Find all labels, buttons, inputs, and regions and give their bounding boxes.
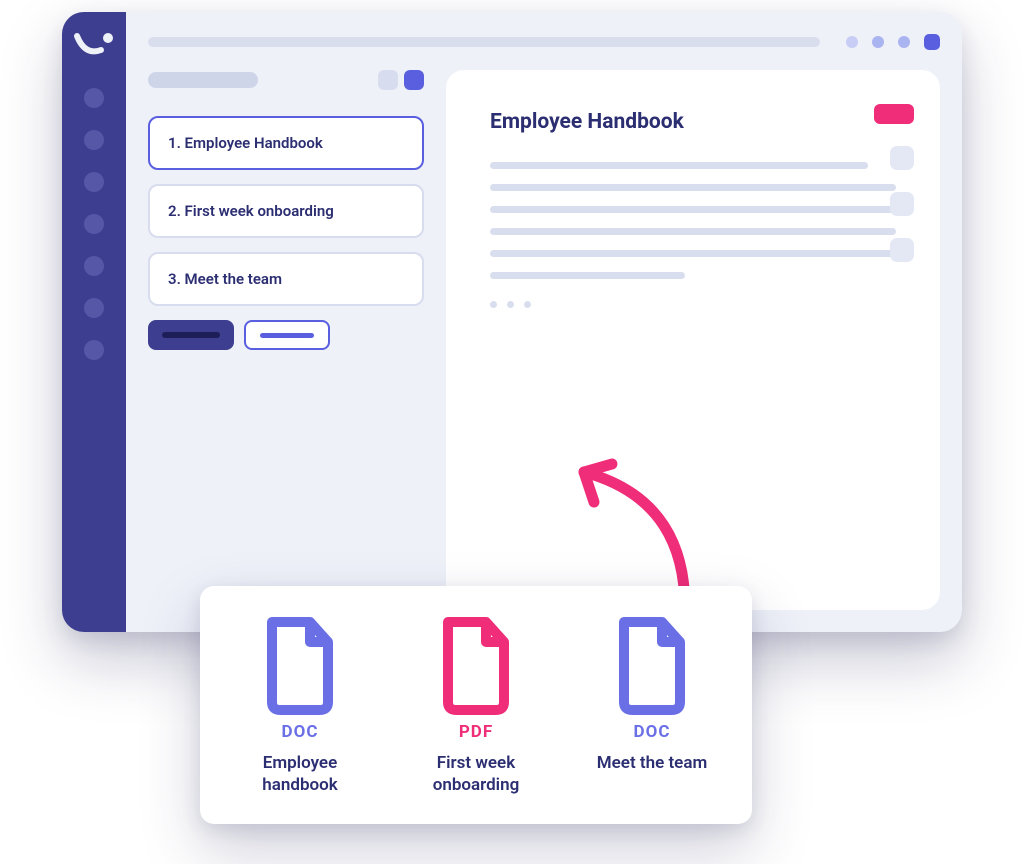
side-tab[interactable] xyxy=(890,238,914,262)
secondary-action-button[interactable] xyxy=(244,320,330,350)
file-caption: Employee handbook xyxy=(225,752,375,796)
content-side-tabs xyxy=(874,104,914,262)
nav-item-first-week-onboarding[interactable]: 2. First week onboarding xyxy=(148,184,424,238)
address-bar-skeleton xyxy=(148,37,820,47)
file-meet-the-team[interactable]: DOC Meet the team xyxy=(577,616,727,796)
text-skeleton-line xyxy=(490,250,896,257)
toggle-off-icon xyxy=(378,70,398,90)
nav-item-meet-the-team[interactable]: 3. Meet the team xyxy=(148,252,424,306)
text-skeleton-line xyxy=(490,228,896,235)
view-toggle[interactable] xyxy=(378,70,424,90)
panel-title-skeleton xyxy=(148,72,258,88)
rail-nav-dot[interactable] xyxy=(84,298,104,318)
nav-item-label: 2. First week onboarding xyxy=(168,202,334,220)
left-panel: 1. Employee Handbook 2. First week onboa… xyxy=(148,70,424,350)
text-skeleton-line xyxy=(490,184,896,191)
panel-actions xyxy=(148,320,424,350)
file-type-label: DOC xyxy=(577,722,727,742)
file-caption: Meet the team xyxy=(577,752,727,774)
more-indicator xyxy=(490,301,896,308)
file-type-label: DOC xyxy=(225,722,375,742)
topbar xyxy=(148,30,940,54)
left-panel-header xyxy=(148,70,424,90)
window-control-dot[interactable] xyxy=(898,36,910,48)
primary-action-button[interactable] xyxy=(148,320,234,350)
doc-file-icon xyxy=(606,616,698,716)
window-control-dot[interactable] xyxy=(846,36,858,48)
window-controls xyxy=(846,34,940,50)
sidebar-rail xyxy=(62,12,126,632)
window-control-square[interactable] xyxy=(924,34,940,50)
file-type-label: PDF xyxy=(401,722,551,742)
text-skeleton-line xyxy=(490,162,868,169)
rail-nav-dot[interactable] xyxy=(84,256,104,276)
nav-item-label: 3. Meet the team xyxy=(168,270,282,288)
side-tab[interactable] xyxy=(890,146,914,170)
rail-nav-dot[interactable] xyxy=(84,340,104,360)
file-employee-handbook[interactable]: DOC Employee handbook xyxy=(225,616,375,796)
rail-nav-dot[interactable] xyxy=(84,88,104,108)
nav-item-employee-handbook[interactable]: 1. Employee Handbook xyxy=(148,116,424,170)
file-first-week-onboarding[interactable]: PDF First week onboarding xyxy=(401,616,551,796)
rail-nav-dot[interactable] xyxy=(84,130,104,150)
rail-nav-dot[interactable] xyxy=(84,172,104,192)
active-tab-indicator[interactable] xyxy=(874,104,914,124)
app-window: 1. Employee Handbook 2. First week onboa… xyxy=(62,12,962,632)
doc-file-icon xyxy=(254,616,346,716)
text-skeleton-line xyxy=(490,272,685,279)
file-caption: First week onboarding xyxy=(401,752,551,796)
text-skeleton-line xyxy=(490,206,896,213)
side-tab[interactable] xyxy=(890,192,914,216)
files-tray: DOC Employee handbook PDF First week onb… xyxy=(200,586,752,824)
nav-item-label: 1. Employee Handbook xyxy=(168,134,323,152)
content-title: Employee Handbook xyxy=(490,110,896,134)
logo-icon xyxy=(71,26,117,66)
content-card: Employee Handbook xyxy=(446,70,940,610)
rail-nav-dot[interactable] xyxy=(84,214,104,234)
toggle-on-icon xyxy=(404,70,424,90)
window-control-dot[interactable] xyxy=(872,36,884,48)
pdf-file-icon xyxy=(430,616,522,716)
